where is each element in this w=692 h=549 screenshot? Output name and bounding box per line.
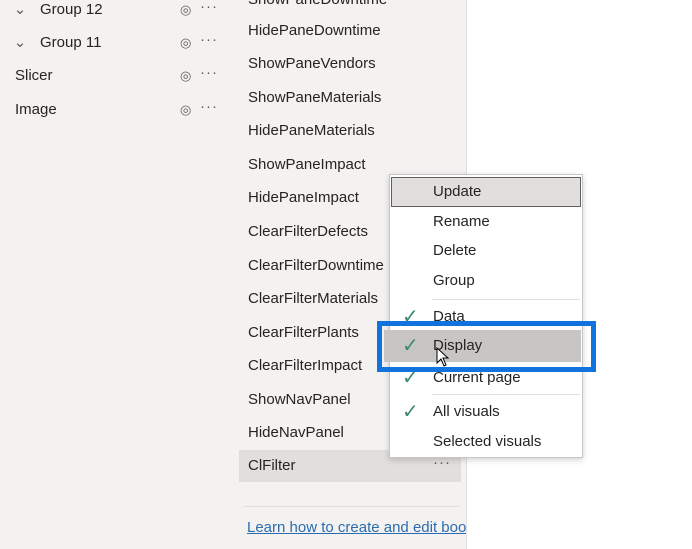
bookmark-item[interactable]: ShowPaneMaterials	[239, 83, 461, 113]
more-options-icon[interactable]: ···	[200, 25, 218, 55]
selection-item-label: Group 11	[40, 34, 102, 51]
more-options-icon[interactable]: ···	[200, 0, 218, 22]
selection-pane: ⌄ Group 12 ◎ ··· ⌄ Group 11 ◎ ··· Slicer…	[0, 0, 233, 549]
selection-item-group-12[interactable]: ⌄ Group 12 ◎ ···	[0, 0, 233, 25]
menu-item-update[interactable]: Update	[391, 177, 581, 207]
highlight-box	[377, 321, 596, 372]
check-icon: ✓	[402, 401, 419, 423]
menu-item-all-visuals[interactable]: ✓ All visuals	[390, 397, 582, 427]
selection-item-label: Group 12	[40, 1, 103, 18]
menu-item-delete[interactable]: Delete	[390, 236, 582, 266]
bookmark-item-label: ClFilter	[248, 457, 296, 474]
divider	[243, 506, 459, 507]
bookmark-item[interactable]: ShowPaneDowntime	[239, 0, 461, 15]
chevron-down-icon[interactable]: ⌄	[10, 28, 30, 58]
bookmark-item[interactable]: ShowPaneVendors	[239, 49, 461, 79]
menu-separator	[432, 394, 580, 395]
eye-icon[interactable]: ◎	[180, 61, 191, 91]
bookmark-item[interactable]: HidePaneMaterials	[239, 116, 461, 146]
menu-item-label: All visuals	[433, 403, 500, 420]
menu-separator	[432, 299, 580, 300]
eye-icon[interactable]: ◎	[180, 95, 191, 125]
more-options-icon[interactable]: ···	[200, 58, 218, 88]
more-options-icon[interactable]: ···	[200, 92, 218, 122]
selection-item-group-11[interactable]: ⌄ Group 11 ◎ ···	[0, 28, 233, 58]
menu-item-selected-visuals[interactable]: Selected visuals	[390, 427, 582, 457]
selection-item-slicer[interactable]: Slicer ◎ ···	[0, 61, 233, 91]
selection-item-label: Slicer	[15, 67, 53, 84]
eye-icon[interactable]: ◎	[180, 0, 191, 25]
eye-icon[interactable]: ◎	[180, 28, 191, 58]
menu-item-group[interactable]: Group	[390, 266, 582, 296]
selection-item-image[interactable]: Image ◎ ···	[0, 95, 233, 125]
selection-item-label: Image	[15, 101, 57, 118]
menu-item-rename[interactable]: Rename	[390, 207, 582, 237]
chevron-down-icon[interactable]: ⌄	[10, 0, 30, 25]
bookmark-item[interactable]: HidePaneDowntime	[239, 16, 461, 46]
bookmark-context-menu: Update Rename Delete Group ✓ Data ✓ Curr…	[389, 174, 583, 458]
mouse-cursor-icon	[436, 347, 450, 367]
